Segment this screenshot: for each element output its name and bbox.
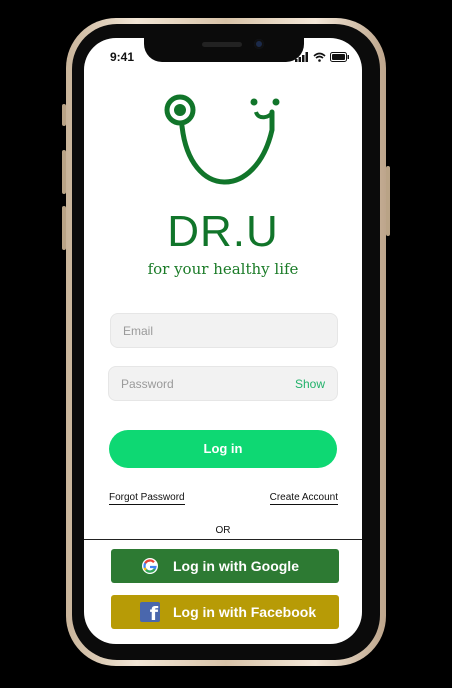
volume-up-button [62,150,66,194]
battery-icon [330,52,349,62]
mute-switch [62,104,66,126]
volume-down-button [62,206,66,250]
create-account-link[interactable]: Create Account [269,492,338,505]
power-button [386,166,390,236]
facebook-login-label: Log in with Facebook [173,604,317,620]
login-button[interactable]: Log in [109,430,337,468]
stethoscope-icon [164,94,280,185]
notch [144,38,304,62]
wifi-icon [313,52,326,62]
app-screen: 9:41 DR.U for your healthy life Email Sh… [84,38,362,644]
google-icon [142,558,158,574]
status-time: 9:41 [110,50,135,64]
signal-icon [295,52,308,62]
divider-line [84,539,362,540]
or-label: OR [211,525,235,536]
forgot-password-link[interactable]: Forgot Password [109,492,185,505]
brand-tagline: for your healthy life [147,260,299,278]
email-input[interactable] [111,314,337,347]
front-camera [254,39,264,49]
speaker-grille [202,42,242,47]
google-login-button[interactable]: Log in with Google [111,549,339,583]
facebook-icon: f [140,602,160,624]
brand-name: DR.U [167,207,279,256]
show-password-toggle[interactable]: Show [295,377,325,391]
password-field[interactable]: Show [108,366,338,401]
google-login-label: Log in with Google [173,558,299,574]
facebook-login-button[interactable]: f Log in with Facebook [111,595,339,629]
or-divider: OR [84,525,362,536]
email-field[interactable] [110,313,338,348]
status-icons [295,52,350,62]
